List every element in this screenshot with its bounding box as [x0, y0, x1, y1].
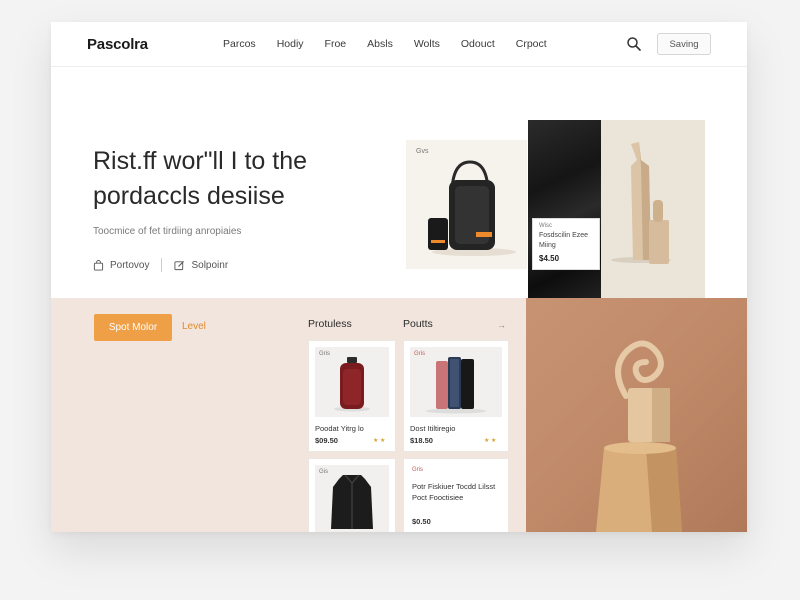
main-nav: Parcos Hodiy Froe Absls Wolts Odouct Crp…: [223, 38, 568, 50]
brand-logo[interactable]: Pascolra: [87, 36, 148, 53]
product-price: $0.50: [412, 517, 431, 526]
hero-subtitle: Toocmice of fet tirdiing anropiaies: [93, 226, 242, 237]
product-image: [410, 347, 502, 417]
wooden-sculpture-image: [596, 340, 682, 532]
product-card[interactable]: Gris Poodat Yitrg lo $09.50 ★ ★: [308, 340, 396, 452]
product-image: [315, 347, 389, 417]
nav-item-wolts[interactable]: Wolts: [414, 38, 440, 50]
products-section-title: Protuless: [308, 318, 352, 330]
search-icon[interactable]: [626, 36, 642, 52]
product-card[interactable]: Gris Potr Fiskiuer Tocdd Lilsst Poct Foo…: [403, 458, 509, 532]
nav-item-froe[interactable]: Froe: [325, 38, 347, 50]
product-tile-headphones[interactable]: Gvs: [406, 140, 527, 269]
hero-title-line-2: pordaccls desiise: [93, 182, 285, 210]
nav-item-absls[interactable]: Absls: [367, 38, 393, 50]
level-link[interactable]: Level: [182, 321, 206, 332]
hero-title-line-1: Rist.ff wor"ll I to the: [93, 147, 308, 175]
product-card[interactable]: Gis: [308, 458, 396, 532]
hero-title: Rist.ff wor"ll I to the pordaccls desiis…: [93, 144, 393, 214]
product-price: $09.50: [315, 436, 338, 445]
product-name: Dost Itiltiregio: [410, 424, 456, 433]
portfolio-link-label: Portovoy: [110, 259, 150, 271]
link-divider: [161, 258, 163, 272]
product-rating: ★ ★: [373, 438, 386, 444]
nav-item-parcos[interactable]: Parcos: [223, 38, 256, 50]
fabric-product-card[interactable]: Wisc Fosdscilin Ezee Miing $4.50: [532, 218, 600, 270]
jacket-icon: [331, 474, 373, 529]
product-price: $18.50: [410, 436, 433, 445]
wooden-showcase-image[interactable]: [526, 298, 747, 532]
product-rating: ★ ★: [484, 438, 497, 444]
product-tag: Gis: [319, 469, 328, 475]
arrow-right-icon[interactable]: →: [497, 320, 506, 330]
product-image: [315, 465, 389, 532]
product-name: Poodat Yitrg lo: [315, 424, 364, 433]
portfolio-link[interactable]: Portovoy: [93, 260, 149, 271]
saving-button[interactable]: Saving: [657, 33, 711, 55]
bag-icon: [93, 259, 104, 271]
shop-button[interactable]: Spot Molor: [94, 314, 172, 341]
fabric-card-price: $4.50: [539, 254, 560, 263]
wood-objects-tile[interactable]: [601, 120, 705, 298]
product-tag: Gris: [414, 351, 425, 357]
fabric-card-tag: Wisc: [539, 223, 552, 229]
products-section-title-2: Poutts: [403, 318, 433, 330]
product-tag: Gris: [412, 467, 423, 473]
fabric-card-name: Fosdscilin Ezee Miing: [539, 232, 589, 249]
solution-link[interactable]: Solpoinr: [174, 260, 228, 271]
edit-icon: [174, 260, 185, 270]
phones-icon: [426, 357, 486, 414]
top-navbar: Pascolra Parcos Hodiy Froe Absls Wolts O…: [51, 22, 747, 67]
product-name: Potr Fiskiuer Tocdd Lilsst Poct Fooctisi…: [412, 482, 496, 502]
fabric-image-tile[interactable]: [528, 120, 601, 298]
nav-item-odouct[interactable]: Odouct: [461, 38, 495, 50]
solution-link-label: Solpoinr: [191, 259, 229, 271]
product-tag: Gris: [319, 351, 330, 357]
bottle-icon: [334, 357, 370, 412]
wooden-objects-image: [611, 142, 671, 264]
product-card[interactable]: Gris Dost Itiltiregio $18.50 ★ ★: [403, 340, 509, 452]
nav-item-crpoct[interactable]: Crpoct: [516, 38, 547, 50]
headphone-image: [428, 160, 516, 256]
hero-links: Portovoy Solpoinr: [93, 258, 228, 272]
app-window: Pascolra Parcos Hodiy Froe Absls Wolts O…: [51, 22, 747, 532]
nav-item-hodiy[interactable]: Hodiy: [277, 38, 304, 50]
